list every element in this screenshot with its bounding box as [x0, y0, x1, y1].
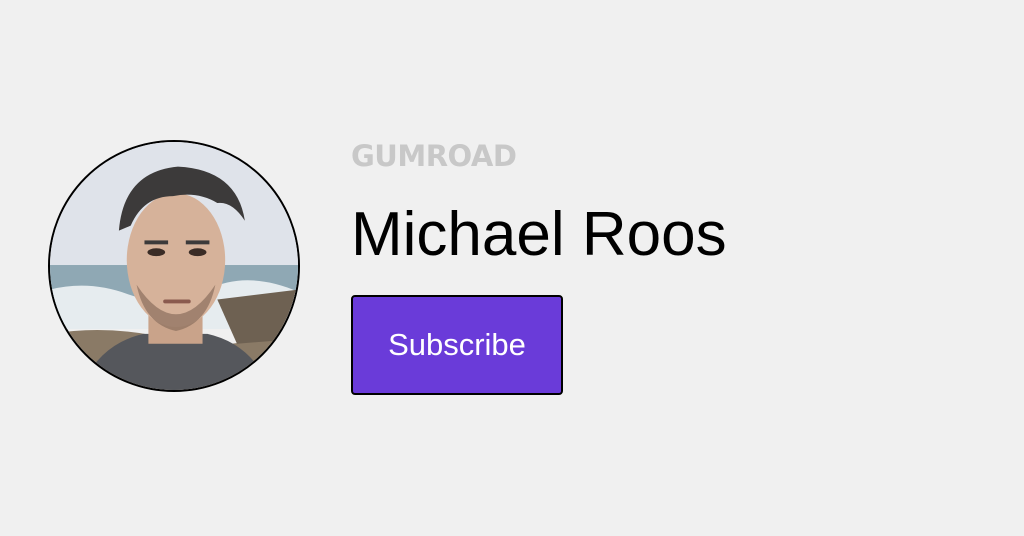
avatar [48, 140, 300, 392]
gumroad-logo[interactable]: GUMROAD [351, 139, 517, 173]
subscribe-button[interactable]: Subscribe [351, 295, 563, 395]
profile-name: Michael Roos [351, 200, 727, 269]
profile-photo [50, 142, 298, 390]
